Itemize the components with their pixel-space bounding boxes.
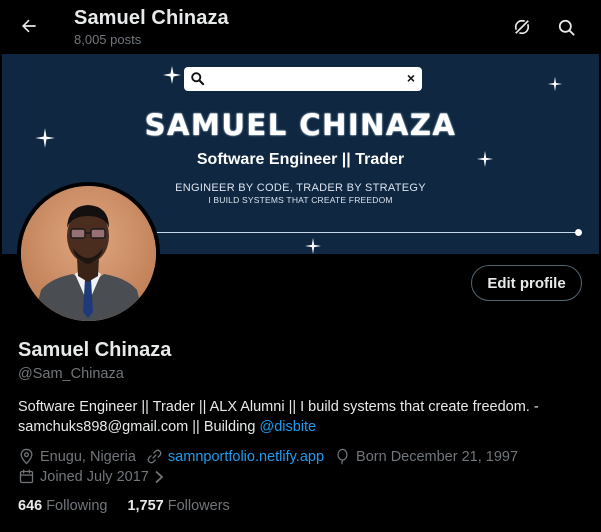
following-label: Following [46,498,108,514]
location-text: Enugu, Nigeria [40,448,136,465]
back-button[interactable] [14,11,44,41]
profile-meta-row-joined[interactable]: Joined July 2017 [18,468,175,485]
banner-dot [575,229,582,236]
banner-search-bar: × [184,67,422,91]
arrow-left-icon [22,19,36,33]
search-button[interactable] [552,13,580,41]
banner-role: Software Engineer || Trader [196,151,405,168]
sparkle-icon [163,66,181,84]
location-pin-icon [20,448,33,465]
avatar-photo [21,186,156,321]
balloon-icon [337,448,348,465]
banner-divider [152,232,580,233]
profile-bio: Software Engineer || Trader || ALX Alumn… [18,397,588,437]
grok-icon [513,18,531,36]
following-count: 646 [18,498,43,514]
header-titleblock: Samuel Chinaza 8,005 posts [74,7,229,47]
website-link[interactable]: samnportfolio.netlify.app [168,449,324,465]
search-icon [191,72,205,86]
chevron-right-icon [155,470,164,483]
website-item: samnportfolio.netlify.app [146,448,324,465]
followers-link[interactable]: 1,757 Followers [127,498,229,514]
follow-stats: 646 Following 1,757 Followers [18,498,250,514]
sparkle-icon [547,76,563,92]
search-icon [558,19,575,36]
grok-button[interactable] [508,13,536,41]
joined-text: Joined July 2017 [40,468,149,485]
bio-mention-link[interactable]: @disbite [259,419,316,435]
avatar[interactable] [17,182,160,325]
followers-label: Followers [167,498,230,514]
sparkle-icon [304,237,322,254]
profile-header: Samuel Chinaza 8,005 posts [0,0,601,54]
banner-headline: SAMUEL CHINAZA [144,108,457,142]
calendar-icon [19,469,34,484]
joined-item[interactable]: Joined July 2017 [18,468,165,485]
location-item: Enugu, Nigeria [18,448,136,465]
clear-icon: × [406,70,415,86]
header-title: Samuel Chinaza [74,7,229,29]
followers-count: 1,757 [127,498,164,514]
link-icon [147,449,162,464]
profile-name: Samuel Chinaza [18,339,172,361]
profile-meta-row: Enugu, Nigeria samnportfolio.netlify.app… [18,448,528,465]
edit-profile-button[interactable]: Edit profile [471,265,582,301]
following-link[interactable]: 646 Following [18,498,107,514]
birthday-text: Born December 21, 1997 [356,448,519,465]
post-count: 8,005 posts [74,32,142,47]
birthday-item: Born December 21, 1997 [334,448,518,465]
profile-handle: @Sam_Chinaza [18,366,124,382]
